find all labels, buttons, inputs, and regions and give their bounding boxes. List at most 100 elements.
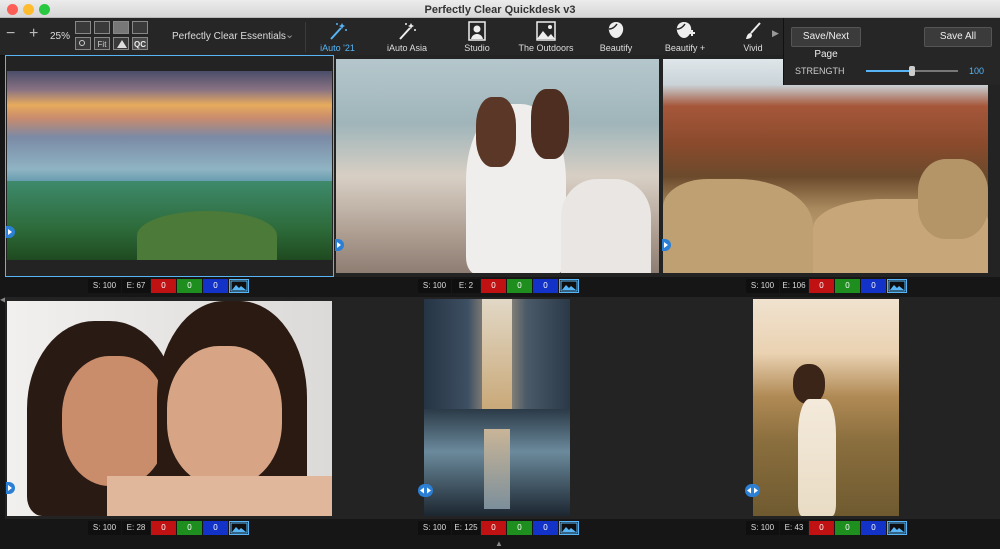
strength-badge: S: 100 xyxy=(88,521,121,535)
layout-3x2-button[interactable] xyxy=(113,21,129,34)
image-preview-icon[interactable] xyxy=(887,521,907,535)
image-preview-icon[interactable] xyxy=(559,279,579,293)
expand-filmstrip-icon[interactable]: ▲ xyxy=(495,539,503,548)
preset-iauto-asia-button[interactable]: iAuto Asia xyxy=(376,18,438,56)
green-adjust[interactable]: 0 xyxy=(177,521,202,535)
save-next-page-button[interactable]: Save/Next Page xyxy=(791,27,861,60)
preset-outdoors-button[interactable]: The Outdoors xyxy=(514,18,578,56)
red-adjust[interactable]: 0 xyxy=(481,521,506,535)
magic-wand-icon xyxy=(329,23,347,40)
zoom-out-button[interactable]: − xyxy=(6,26,15,42)
zoom-in-button[interactable]: + xyxy=(29,26,38,42)
split-view-toggle[interactable] xyxy=(745,484,760,497)
blue-adjust[interactable]: 0 xyxy=(203,279,228,293)
image-cell[interactable] xyxy=(334,297,661,519)
minus-icon: − xyxy=(6,25,16,42)
photo-dog xyxy=(336,59,659,273)
preset-selector[interactable]: Perfectly Clear Essentials xyxy=(172,31,286,42)
red-adjust[interactable]: 0 xyxy=(151,279,176,293)
scroll-presets-right-icon[interactable]: ▶ xyxy=(772,28,779,39)
layout-1x1-button[interactable] xyxy=(75,21,91,34)
warning-icon xyxy=(117,40,127,48)
red-adjust[interactable]: 0 xyxy=(481,279,506,293)
green-adjust[interactable]: 0 xyxy=(835,279,860,293)
green-adjust[interactable]: 0 xyxy=(177,279,202,293)
layout-compare-button[interactable] xyxy=(132,21,148,34)
chevron-down-icon[interactable]: ⌄ xyxy=(285,28,294,41)
red-adjust[interactable]: 0 xyxy=(809,279,834,293)
image-info-bar: S: 100 E: 67 0 0 0 xyxy=(88,279,249,293)
maximize-window-button[interactable] xyxy=(39,4,50,15)
magnify-tool-button[interactable] xyxy=(75,37,91,50)
red-adjust[interactable]: 0 xyxy=(151,521,176,535)
photo-field xyxy=(753,299,899,516)
magnifier-icon xyxy=(79,40,85,46)
photo-canyon xyxy=(663,59,988,273)
exposure-badge: E: 28 xyxy=(122,521,150,535)
save-all-button[interactable]: Save All xyxy=(924,27,992,47)
image-cell[interactable] xyxy=(5,55,334,277)
preset-label: The Outdoors xyxy=(518,43,574,53)
exposure-badge: E: 67 xyxy=(122,279,150,293)
image-cell[interactable] xyxy=(661,297,1000,519)
blue-adjust[interactable]: 0 xyxy=(533,279,558,293)
image-cell[interactable] xyxy=(5,297,334,519)
preset-label: iAuto '21 xyxy=(320,43,355,53)
exposure-badge: E: 106 xyxy=(780,279,808,293)
close-window-button[interactable] xyxy=(7,4,18,15)
split-view-toggle[interactable] xyxy=(418,484,433,497)
strength-slider-handle[interactable] xyxy=(909,66,915,76)
strength-badge: S: 100 xyxy=(88,279,121,293)
image-preview-icon[interactable] xyxy=(229,279,249,293)
exposure-warning-button[interactable] xyxy=(113,37,129,50)
photo-women xyxy=(7,301,332,516)
strength-badge: S: 100 xyxy=(746,279,779,293)
preset-label: Beautify + xyxy=(664,43,706,53)
magic-wand-icon xyxy=(399,23,416,40)
minimize-window-button[interactable] xyxy=(23,4,34,15)
image-info-bar: S: 100 E: 28 0 0 0 xyxy=(88,521,249,535)
strength-slider-fill xyxy=(866,70,912,72)
blue-adjust[interactable]: 0 xyxy=(861,279,886,293)
image-preview-icon[interactable] xyxy=(229,521,249,535)
preset-beautify-button[interactable]: Beautify xyxy=(592,18,640,56)
image-preview-icon[interactable] xyxy=(887,279,907,293)
image-preview-icon[interactable] xyxy=(559,521,579,535)
preset-label: Studio xyxy=(464,43,490,53)
portrait-icon xyxy=(468,21,486,41)
photo-landscape xyxy=(7,71,332,260)
layout-2x1-button[interactable] xyxy=(94,21,110,34)
green-adjust[interactable]: 0 xyxy=(835,521,860,535)
zoom-level: 25% xyxy=(50,31,71,42)
preset-label: Vivid xyxy=(743,43,763,53)
qc-button[interactable]: QC xyxy=(132,37,148,50)
photo-city xyxy=(424,299,570,516)
preset-label: Beautify xyxy=(599,43,633,53)
image-cell[interactable] xyxy=(334,55,661,277)
red-adjust[interactable]: 0 xyxy=(809,521,834,535)
preset-iauto21-button[interactable]: iAuto '21 xyxy=(309,18,366,56)
image-cell[interactable] xyxy=(661,55,1000,277)
strength-badge: S: 100 xyxy=(746,521,779,535)
brush-icon xyxy=(746,22,761,39)
blue-adjust[interactable]: 0 xyxy=(861,521,886,535)
blue-adjust[interactable]: 0 xyxy=(533,521,558,535)
image-info-bar: S: 100 E: 43 0 0 0 xyxy=(746,521,907,535)
strength-slider[interactable] xyxy=(866,66,958,76)
strength-value: 100 xyxy=(969,66,985,76)
green-adjust[interactable]: 0 xyxy=(507,279,532,293)
exposure-badge: E: 2 xyxy=(452,279,480,293)
preset-beautify-plus-button[interactable]: Beautify + xyxy=(658,18,712,56)
exposure-badge: E: 125 xyxy=(452,521,480,535)
strength-label: STRENGTH xyxy=(795,66,845,76)
strength-badge: S: 100 xyxy=(418,521,451,535)
blue-adjust[interactable]: 0 xyxy=(203,521,228,535)
app-window: Perfectly Clear Quickdesk v3 − + 25% Fit… xyxy=(0,0,1000,549)
preset-studio-button[interactable]: Studio xyxy=(452,18,502,56)
green-adjust[interactable]: 0 xyxy=(507,521,532,535)
image-info-bar: S: 100 E: 2 0 0 0 xyxy=(418,279,579,293)
strength-badge: S: 100 xyxy=(418,279,451,293)
fit-button[interactable]: Fit xyxy=(94,37,110,50)
layout-selector: Fit QC xyxy=(75,21,150,53)
preset-vivid-button[interactable]: Vivid xyxy=(733,18,773,56)
